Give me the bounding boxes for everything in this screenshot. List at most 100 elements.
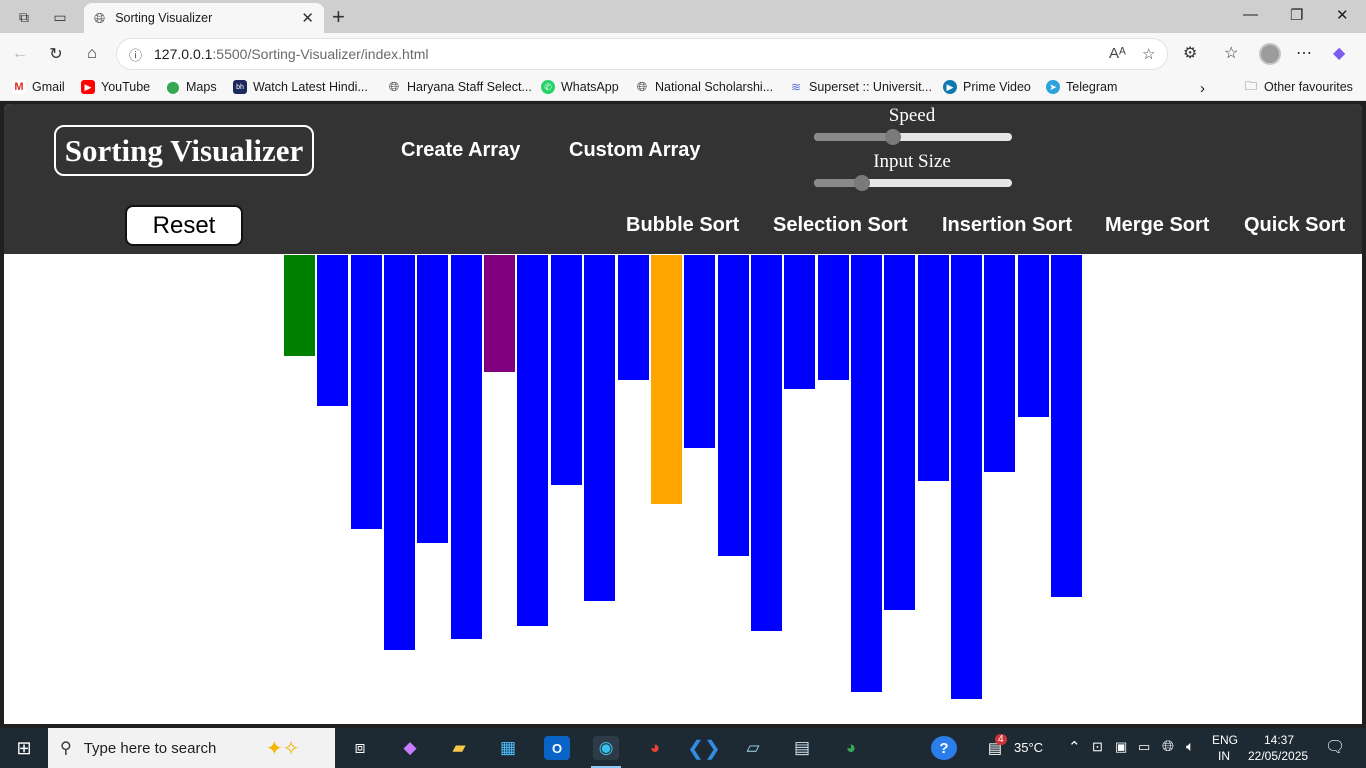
copilot-icon[interactable]: ◆	[1333, 43, 1345, 63]
back-icon[interactable]: ←	[9, 43, 31, 65]
array-bar	[350, 255, 382, 529]
windows-start-icon[interactable]: ⊞	[11, 736, 37, 760]
array-bar	[850, 255, 882, 692]
store-icon[interactable]: ▦	[495, 736, 521, 760]
url-text[interactable]: 127.0.0.1:5500/Sorting-Visualizer/index.…	[154, 46, 428, 62]
folder-icon: 🗀	[1244, 78, 1257, 93]
app-title: Sorting Visualizer	[54, 125, 314, 176]
array-bar	[717, 255, 749, 556]
input-size-slider-thumb[interactable]	[853, 175, 870, 191]
notifications-icon[interactable]: 🗨︎	[1325, 737, 1345, 757]
selection-sort-button[interactable]: Selection Sort	[773, 214, 907, 237]
clock-date[interactable]: 22/05/2025	[1248, 749, 1308, 763]
minimize-icon[interactable]: —	[1243, 6, 1258, 23]
edge-icon[interactable]: ◉	[593, 736, 619, 760]
app-header: Sorting Visualizer Create Array Custom A…	[4, 104, 1362, 254]
more-icon[interactable]: ⋯	[1296, 43, 1312, 63]
bookmark-haryana[interactable]: 🌐︎ Haryana Staff Select...	[387, 79, 532, 94]
extensions-icon[interactable]: ⚙	[1183, 43, 1197, 63]
insertion-sort-button[interactable]: Insertion Sort	[942, 214, 1072, 237]
language-top[interactable]: ENG	[1212, 733, 1238, 747]
array-bar	[951, 255, 982, 699]
taskbar-search[interactable]: ⚲ Type here to search ✦✧	[48, 728, 335, 768]
window-close-icon[interactable]: ✕	[1336, 6, 1349, 24]
notepad-icon[interactable]: ▱	[740, 736, 766, 760]
help-icon[interactable]: ?	[931, 736, 957, 760]
prime-video-icon: ▶	[943, 80, 957, 94]
display-icon[interactable]: ▣	[1115, 739, 1127, 755]
volume-icon[interactable]: 🔈︎	[1186, 738, 1194, 755]
battery-icon[interactable]: ▭	[1138, 739, 1150, 755]
gmail-icon: M	[12, 80, 26, 94]
workspaces-icon[interactable]: ⧉	[13, 6, 35, 28]
weather-temp[interactable]: 35°C	[1014, 740, 1043, 755]
search-icon: ⚲	[60, 740, 72, 757]
tab-strip: ⧉ ▭ 🌐︎ Sorting Visualizer ✕ + — ❐ ✕	[0, 0, 1366, 33]
browser-tab[interactable]: 🌐︎ Sorting Visualizer ✕	[84, 3, 324, 33]
chrome-icon[interactable]: ◕	[838, 736, 864, 760]
speed-slider[interactable]	[814, 129, 1012, 145]
camera-icon[interactable]: ⊡	[1092, 739, 1103, 755]
refresh-icon[interactable]: ↻	[45, 43, 67, 65]
address-bar[interactable]: ⓘ 127.0.0.1:5500/Sorting-Visualizer/inde…	[116, 38, 1168, 70]
telegram-icon: ➤	[1046, 80, 1060, 94]
array-bar	[817, 255, 849, 380]
array-bar	[917, 255, 949, 481]
clock-time[interactable]: 14:37	[1264, 733, 1294, 747]
array-bar	[484, 255, 516, 372]
profile-avatar[interactable]	[1259, 43, 1281, 65]
vscode-icon[interactable]: ❮❯	[687, 736, 721, 760]
create-array-link[interactable]: Create Array	[401, 139, 520, 162]
youtube-icon: ▶	[81, 80, 95, 94]
quick-sort-button[interactable]: Quick Sort	[1244, 214, 1345, 237]
array-bar	[417, 255, 449, 543]
reset-button[interactable]: Reset	[125, 205, 243, 246]
copilot-app-icon[interactable]: ◆	[397, 736, 423, 760]
bookmark-youtube[interactable]: ▶ YouTube	[81, 80, 150, 94]
favorite-star-icon[interactable]: ☆	[1142, 45, 1155, 63]
task-view-icon[interactable]: ⧈	[347, 736, 373, 760]
favorites-icon[interactable]: ☆	[1224, 43, 1238, 63]
close-tab-icon[interactable]: ✕	[301, 9, 314, 27]
whatsapp-icon: ✆	[541, 80, 555, 94]
array-bar	[617, 255, 649, 380]
bookmark-telegram[interactable]: ➤ Telegram	[1046, 80, 1117, 94]
browser-toolbar: ← ↻ ⌂ ⓘ 127.0.0.1:5500/Sorting-Visualize…	[0, 33, 1366, 75]
copilot-sparkle-icon: ✦✧	[266, 738, 300, 760]
array-bar	[650, 255, 682, 504]
chevron-up-icon[interactable]: ⌃	[1068, 738, 1081, 756]
bookmark-prime-video[interactable]: ▶ Prime Video	[943, 80, 1031, 94]
language-bottom[interactable]: IN	[1218, 749, 1230, 763]
outlook-icon[interactable]: O	[544, 736, 570, 760]
other-favourites[interactable]: 🗀 Other favourites	[1244, 78, 1353, 95]
bookmark-scholarship[interactable]: 🌐︎ National Scholarshi...	[635, 79, 773, 94]
array-bar	[784, 255, 816, 389]
read-aloud-icon[interactable]: Aᴬ	[1109, 45, 1126, 62]
bookmark-maps[interactable]: ⬤ Maps	[166, 80, 217, 94]
array-bar	[750, 255, 782, 631]
paint-icon[interactable]: ▤	[789, 736, 815, 760]
bookmark-hindi[interactable]: bh Watch Latest Hindi...	[233, 80, 368, 94]
chrome-profile-icon[interactable]: ◕	[642, 736, 668, 760]
globe-icon: 🌐︎	[94, 9, 106, 26]
input-size-slider[interactable]	[814, 175, 1012, 191]
chevron-right-icon[interactable]: ›	[1200, 80, 1205, 97]
input-size-label: Input Size	[873, 151, 951, 172]
bookmark-superset[interactable]: ≋ Superset :: Universit...	[789, 80, 932, 94]
array-bar	[984, 255, 1016, 472]
bubble-sort-button[interactable]: Bubble Sort	[626, 214, 739, 237]
array-bar	[1051, 255, 1083, 597]
speed-slider-thumb[interactable]	[885, 129, 902, 145]
bookmark-whatsapp[interactable]: ✆ WhatsApp	[541, 80, 619, 94]
tab-actions-icon[interactable]: ▭	[49, 6, 71, 28]
search-placeholder: Type here to search	[83, 739, 217, 757]
custom-array-link[interactable]: Custom Array	[569, 139, 701, 162]
restore-icon[interactable]: ❐	[1290, 6, 1303, 24]
file-explorer-icon[interactable]: ▰	[446, 736, 472, 760]
home-icon[interactable]: ⌂	[81, 43, 103, 65]
merge-sort-button[interactable]: Merge Sort	[1105, 214, 1209, 237]
network-icon[interactable]: 🌐︎	[1162, 738, 1174, 755]
bookmark-gmail[interactable]: M Gmail	[12, 80, 65, 94]
new-tab-icon[interactable]: +	[332, 4, 345, 30]
site-info-icon[interactable]: ⓘ	[129, 45, 142, 64]
